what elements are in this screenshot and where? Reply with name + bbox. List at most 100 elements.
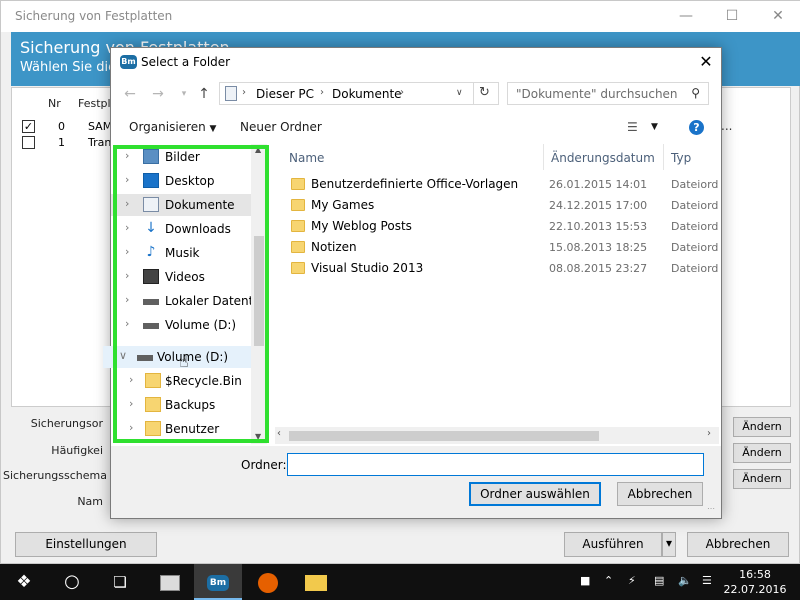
up-icon[interactable]: ↑ — [195, 85, 213, 103]
taskbar: ❖ ○ ❏ Bm ■ ⌃ ⚡ ▤ 🔈 ☰ 16:58 22.07.2016 — [0, 564, 800, 600]
clock[interactable]: 16:58 22.07.2016 — [720, 567, 790, 597]
tray-backup-icon[interactable]: ■ — [580, 574, 590, 587]
dialog-cancel-button[interactable]: Abbrechen — [617, 482, 703, 506]
dialog-close-icon[interactable]: ✕ — [691, 48, 721, 76]
power-icon[interactable]: ⚡ — [628, 574, 636, 587]
column-header-type[interactable]: Typ — [671, 151, 691, 165]
address-bar[interactable]: › Dieser PC › Dokumente › ∨ — [219, 82, 499, 105]
scroll-left-icon[interactable]: ‹ — [277, 428, 281, 439]
maximize-icon[interactable]: ☐ — [709, 1, 755, 32]
firefox-icon[interactable] — [244, 564, 292, 600]
new-folder-button[interactable]: Neuer Ordner — [240, 120, 322, 134]
breadcrumb-pc[interactable]: Dieser PC — [256, 87, 314, 101]
column-header-disk: Festpl — [78, 97, 111, 110]
minimize-icon[interactable]: — — [663, 1, 709, 32]
file-row[interactable]: Visual Studio 2013 08.08.2015 23:27 Dateio… — [275, 258, 719, 279]
file-date: 08.08.2015 23:27 — [549, 262, 648, 275]
file-name: Visual Studio 2013 — [311, 261, 424, 275]
file-row[interactable]: My Weblog Posts 22.10.2013 15:53 Dateiordn… — [275, 216, 719, 237]
change-frequency-button[interactable]: Ändern — [733, 443, 791, 463]
run-dropdown-icon[interactable]: ▾ — [662, 532, 676, 557]
run-button[interactable]: Ausführen — [564, 532, 662, 557]
file-row[interactable]: Benutzerdefinierte Office-Vorlagen 26.01.… — [275, 174, 719, 195]
network-icon[interactable]: ▤ — [654, 574, 664, 587]
column-separator[interactable] — [543, 144, 544, 170]
select-folder-button[interactable]: Ordner auswählen — [469, 482, 601, 506]
resize-grip-icon[interactable]: ⋯ — [707, 504, 715, 513]
backup-app-icon[interactable]: Bm — [194, 564, 242, 600]
app-title: Sicherung von Festplatten — [15, 9, 173, 23]
folder-input[interactable] — [287, 453, 704, 476]
address-dropdown-icon[interactable]: ∨ — [456, 88, 463, 98]
chevron-up-icon[interactable]: ⌃ — [604, 574, 613, 587]
settings-button[interactable]: Einstellungen — [15, 532, 157, 557]
search-box[interactable]: "Dokumente" durchsuchen ⚲ — [507, 82, 709, 105]
app-cancel-button[interactable]: Abbrechen — [687, 532, 789, 557]
chevron-down-icon: ▼ — [209, 124, 217, 134]
search-input[interactable]: "Dokumente" durchsuchen — [516, 87, 678, 101]
task-view-icon[interactable]: ❏ — [96, 564, 144, 600]
more-options-icon[interactable]: ... — [721, 119, 732, 133]
file-date: 22.10.2013 15:53 — [549, 220, 648, 233]
organize-button[interactable]: Organisieren ▼ — [129, 120, 216, 134]
disk-checkbox[interactable] — [22, 136, 35, 149]
forward-icon[interactable]: → — [149, 85, 167, 103]
clock-date: 22.07.2016 — [723, 583, 787, 596]
file-type: Dateiordner — [671, 241, 719, 254]
explorer-icon[interactable] — [292, 564, 340, 600]
start-icon[interactable]: ❖ — [0, 564, 48, 600]
file-name: My Weblog Posts — [311, 219, 412, 233]
volume-icon[interactable]: 🔈 — [678, 574, 692, 587]
dialog-toolbar: Organisieren ▼ Neuer Ordner ☰ ▼ ? — [111, 112, 721, 142]
folder-icon — [291, 199, 305, 211]
field-label-frequency: Häufigkei — [51, 444, 103, 457]
file-type: Dateiordner — [671, 220, 719, 233]
column-header-nr: Nr — [48, 97, 61, 110]
cortana-icon[interactable]: ○ — [48, 564, 96, 600]
column-header-date[interactable]: Änderungsdatum — [551, 151, 655, 165]
column-header-name[interactable]: Name — [289, 151, 324, 165]
disk-nr: 0 — [58, 120, 65, 133]
file-list: ˆ Name Änderungsdatum Typ Benutzerdefini… — [275, 144, 719, 434]
view-options-icon[interactable]: ☰ — [627, 120, 638, 134]
select-folder-dialog: Bm Select a Folder ✕ ← → ▾ ↑ › Dieser PC… — [103, 47, 732, 519]
file-list-hscrollbar[interactable]: ‹ › — [275, 427, 719, 444]
app-icon[interactable] — [146, 564, 194, 600]
disk-row[interactable]: ✓ 0 SAMS — [22, 119, 122, 135]
dialog-titlebar: Bm Select a Folder ✕ — [111, 48, 721, 78]
change-location-button[interactable]: Ändern — [733, 417, 791, 437]
folder-icon — [291, 241, 305, 253]
notifications-icon[interactable]: ☰ — [702, 574, 712, 587]
sort-indicator-icon: ˆ — [405, 144, 410, 151]
help-icon[interactable]: ? — [689, 120, 704, 135]
file-name: My Games — [311, 198, 375, 212]
disk-row[interactable]: 1 Trans — [22, 135, 122, 151]
change-scheme-button[interactable]: Ändern — [733, 469, 791, 489]
recent-dropdown-icon[interactable]: ▾ — [175, 85, 193, 103]
close-icon[interactable]: ✕ — [755, 1, 800, 32]
organize-label: Organisieren — [129, 120, 206, 134]
hscroll-thumb[interactable] — [289, 431, 599, 441]
file-type: Dateiordner — [671, 262, 719, 275]
file-date: 26.01.2015 14:01 — [549, 178, 648, 191]
column-separator[interactable] — [663, 144, 664, 170]
file-row[interactable]: My Games 24.12.2015 17:00 Dateiordner — [275, 195, 719, 216]
hand-cursor-icon: ☝ — [179, 352, 189, 371]
folder-icon — [291, 262, 305, 274]
file-name: Notizen — [311, 240, 357, 254]
file-type: Dateiordner — [671, 178, 719, 191]
refresh-icon[interactable]: ↻ — [473, 82, 495, 105]
back-icon[interactable]: ← — [121, 85, 139, 103]
breadcrumb-documents[interactable]: Dokumente — [332, 87, 402, 101]
app-logo-icon: Bm — [120, 55, 137, 69]
folder-icon — [291, 220, 305, 232]
breadcrumb-chevron-icon: › — [320, 87, 324, 98]
field-label-scheme: Sicherungsschema — [3, 469, 107, 482]
disk-checkbox[interactable]: ✓ — [22, 120, 35, 133]
view-dropdown-icon[interactable]: ▼ — [651, 122, 658, 132]
dialog-title: Select a Folder — [141, 55, 231, 69]
scroll-right-icon[interactable]: › — [707, 428, 711, 439]
file-name: Benutzerdefinierte Office-Vorlagen — [311, 177, 519, 191]
search-icon[interactable]: ⚲ — [691, 86, 700, 100]
file-row[interactable]: Notizen 15.08.2013 18:25 Dateiordner — [275, 237, 719, 258]
